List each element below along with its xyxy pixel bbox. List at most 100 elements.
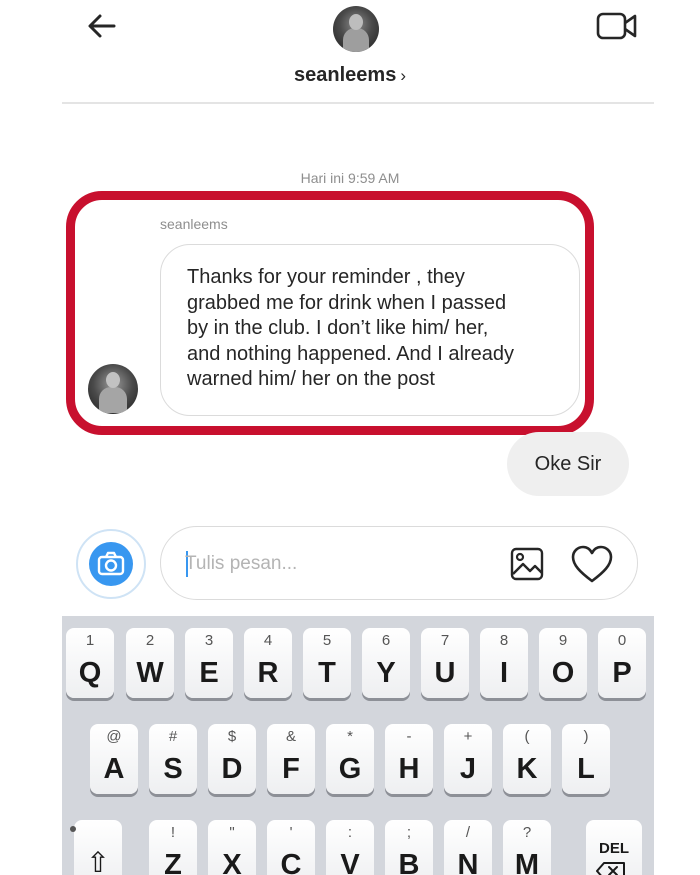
key-e[interactable]: 3E [185, 628, 233, 698]
delete-key-label: DEL [599, 840, 629, 857]
key-secondary: $ [227, 728, 237, 745]
key-label: J [459, 753, 477, 785]
key-label: L [577, 753, 595, 785]
key-s[interactable]: # S [149, 724, 197, 794]
key-c[interactable]: ' C [267, 820, 315, 875]
key-label: C [280, 849, 302, 875]
key-w[interactable]: 2W [126, 628, 174, 698]
key-label: F [282, 753, 300, 785]
sender-name: seanleems [160, 216, 228, 232]
key-label: W [136, 657, 164, 689]
key-label: S [163, 753, 183, 785]
key-a[interactable]: @ A [90, 724, 138, 794]
key-k[interactable]: (K [503, 724, 551, 794]
key-h[interactable]: -H [385, 724, 433, 794]
message-line: grabbed me for drink when I passed [187, 291, 507, 314]
camera-button[interactable] [76, 529, 146, 599]
key-d[interactable]: $ D [208, 724, 256, 794]
key-secondary: 4 [263, 632, 273, 649]
key-o[interactable]: 9O [539, 628, 587, 698]
key-label: V [340, 849, 360, 875]
key-x[interactable]: " X [208, 820, 256, 875]
key-l[interactable]: ) L [562, 724, 610, 794]
outgoing-message-bubble[interactable]: Oke Sir [507, 432, 629, 496]
key-secondary: : [347, 824, 353, 841]
key-secondary: + [463, 728, 473, 745]
key-secondary: 0 [617, 632, 627, 649]
key-secondary: * [347, 728, 353, 745]
key-label: O [551, 657, 575, 689]
sender-avatar[interactable] [88, 364, 138, 414]
key-y[interactable]: 6Y [362, 628, 410, 698]
key-secondary: ( [524, 728, 530, 745]
key-label: E [199, 657, 219, 689]
key-i[interactable]: 8I [480, 628, 528, 698]
key-f[interactable]: & F [267, 724, 315, 794]
key-j[interactable]: + J [444, 724, 492, 794]
key-secondary: & [285, 728, 296, 745]
incoming-message-bubble[interactable]: Thanks for your reminder , they grabbed … [160, 244, 580, 416]
message-line: Thanks for your reminder , they [187, 266, 465, 288]
key-secondary: 2 [145, 632, 155, 649]
key-q[interactable]: 1Q [66, 628, 114, 698]
message-input[interactable] [185, 550, 485, 578]
key-label: A [103, 753, 125, 785]
key-secondary: ? [522, 824, 532, 841]
key-label: N [457, 849, 479, 875]
key-label: R [257, 657, 279, 689]
key-label: U [434, 657, 456, 689]
chat-header: seanleems › [0, 0, 700, 105]
header-divider [62, 102, 654, 104]
key-secondary: ) [583, 728, 589, 745]
image-gallery-icon[interactable] [509, 546, 545, 582]
message-line: warned him/ her on the post [187, 368, 435, 390]
video-camera-icon[interactable] [596, 10, 638, 42]
username-header-link[interactable]: seanleems › [0, 64, 700, 87]
key-secondary: # [168, 728, 178, 745]
key-z[interactable]: ! Z [149, 820, 197, 875]
key-secondary: 6 [381, 632, 391, 649]
key-g[interactable]: * G [326, 724, 374, 794]
key-b[interactable]: ; B [385, 820, 433, 875]
key-secondary: @ [106, 728, 122, 745]
key-u[interactable]: 7U [421, 628, 469, 698]
key-label: P [612, 657, 632, 689]
key-label: I [499, 657, 509, 689]
shift-arrow-icon: ⇧ [86, 847, 110, 875]
arrow-left-icon[interactable] [84, 8, 120, 44]
key-p[interactable]: 0P [598, 628, 646, 698]
shift-key[interactable]: ⇧ [74, 820, 122, 875]
key-v[interactable]: :V [326, 820, 374, 875]
message-timestamp: Hari ini 9:59 AM [300, 170, 400, 186]
key-secondary: ! [170, 824, 176, 841]
key-secondary: ' [289, 824, 293, 841]
camera-icon [97, 551, 125, 576]
chevron-right-icon: › [400, 66, 406, 85]
key-n[interactable]: / N [444, 820, 492, 875]
heart-icon[interactable] [570, 545, 614, 585]
username-label: seanleems [294, 64, 397, 86]
key-label: Y [376, 657, 396, 689]
key-label: X [222, 849, 242, 875]
key-r[interactable]: 4R [244, 628, 292, 698]
key-label: H [398, 753, 420, 785]
backspace-icon [596, 862, 625, 875]
key-secondary: / [465, 824, 471, 841]
key-secondary: 7 [440, 632, 450, 649]
key-secondary: 8 [499, 632, 509, 649]
key-secondary: 5 [322, 632, 332, 649]
key-m[interactable]: ? M [503, 820, 551, 875]
keyboard-indicator-dot [70, 826, 76, 832]
key-label: M [514, 849, 540, 875]
profile-avatar[interactable] [333, 6, 379, 52]
key-label: Q [78, 657, 102, 689]
key-secondary: - [406, 728, 412, 745]
delete-key[interactable]: DEL [586, 820, 642, 875]
camera-button-fill [89, 542, 133, 586]
key-secondary: 3 [204, 632, 214, 649]
key-t[interactable]: 5T [303, 628, 351, 698]
key-label: D [221, 753, 243, 785]
key-secondary: ; [406, 824, 412, 841]
message-line: by in the club. I don’t like him/ her, [187, 317, 489, 339]
key-secondary: 1 [85, 632, 95, 649]
